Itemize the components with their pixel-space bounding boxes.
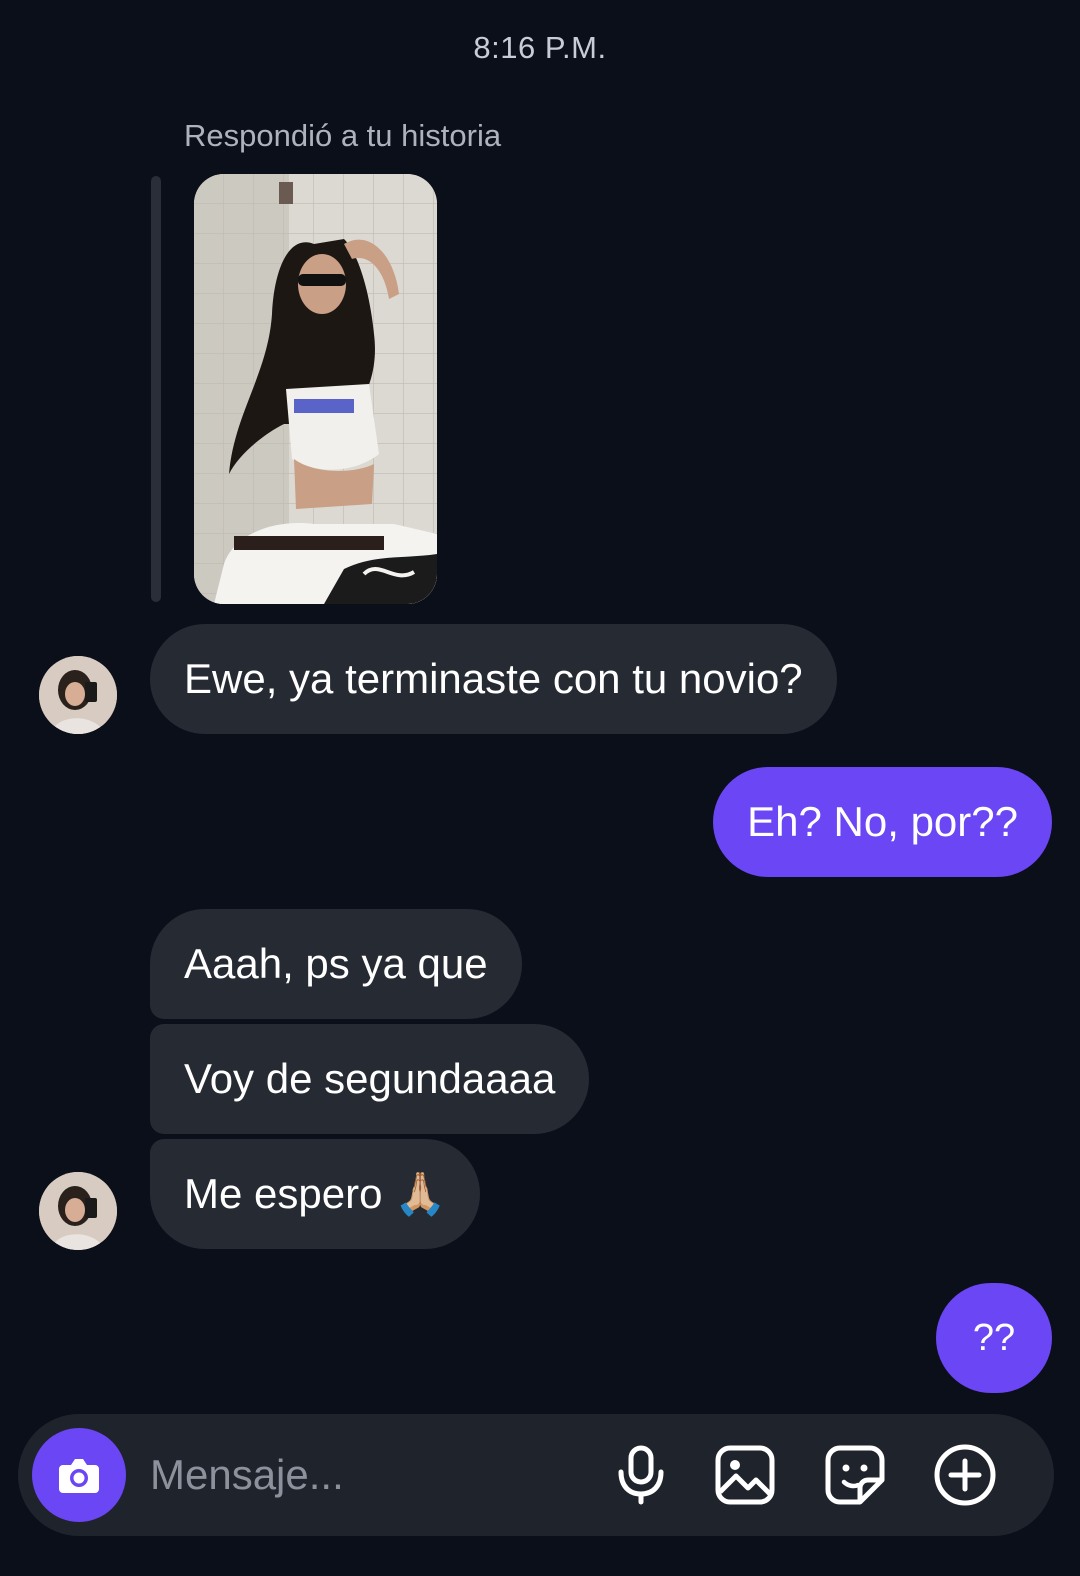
message-bubble-outgoing[interactable]: Eh? No, por??	[713, 767, 1052, 877]
message-input[interactable]	[150, 1445, 580, 1505]
contact-avatar[interactable]	[39, 1172, 117, 1250]
story-reply-label: Respondió a tu historia	[184, 118, 502, 153]
microphone-icon	[618, 1445, 664, 1505]
chat-screen: 8:16 P.M. Respondió a tu historia Ewe, y…	[0, 0, 1080, 1576]
message-bubble-incoming[interactable]: Voy de segundaaaa	[150, 1024, 590, 1134]
message-bubble-outgoing[interactable]: ??	[936, 1283, 1052, 1393]
reply-quote-bar	[151, 176, 161, 602]
gallery-button[interactable]	[712, 1442, 778, 1508]
story-thumbnail[interactable]	[194, 174, 437, 604]
camera-button[interactable]	[32, 1428, 126, 1522]
plus-circle-icon	[934, 1444, 996, 1506]
message-bubble-incoming[interactable]: Aaah, ps ya que	[150, 909, 522, 1019]
sticker-icon	[825, 1445, 885, 1505]
sticker-button[interactable]	[822, 1442, 888, 1508]
message-timestamp: 8:16 P.M.	[473, 30, 607, 65]
message-bubble-incoming[interactable]: Me espero 🙏🏼	[150, 1139, 481, 1249]
camera-icon	[59, 1459, 99, 1493]
more-options-button[interactable]	[932, 1442, 998, 1508]
contact-avatar[interactable]	[39, 656, 117, 734]
microphone-button[interactable]	[608, 1442, 674, 1508]
gallery-icon	[715, 1445, 775, 1505]
message-bubble-incoming[interactable]: Ewe, ya terminaste con tu novio?	[150, 624, 837, 734]
